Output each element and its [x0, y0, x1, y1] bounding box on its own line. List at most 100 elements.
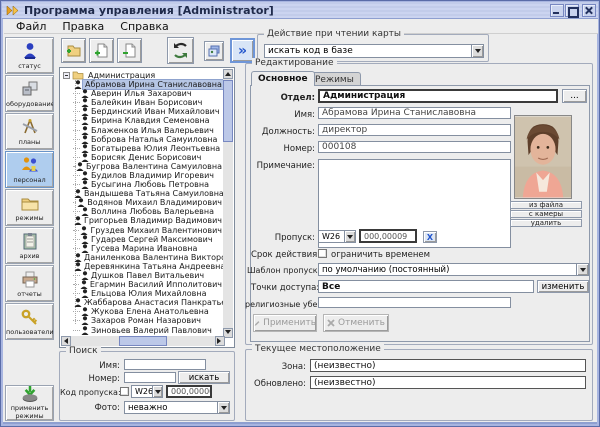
photos-button[interactable]: [204, 41, 224, 61]
sidebar-item-equipment[interactable]: оборудование: [5, 75, 54, 112]
scroll-up-icon[interactable]: [223, 69, 233, 79]
tree-guide: [73, 230, 79, 231]
tree-item[interactable]: Гусева Марина Ивановна: [61, 244, 224, 253]
scroll-right-icon[interactable]: [215, 336, 225, 346]
tree-item[interactable]: Водянов Михаил Владимирович: [61, 198, 224, 207]
minimize-icon[interactable]: [550, 4, 564, 17]
search-passcode-input[interactable]: 000,00000: [166, 385, 212, 398]
chevron-down-icon[interactable]: [344, 231, 355, 242]
tree-item[interactable]: Блаженков Илья Валерьевич: [61, 125, 224, 134]
sidebar-item-plans[interactable]: планы: [5, 113, 54, 150]
department-field[interactable]: Администрация: [318, 89, 558, 103]
photo-from-camera-button[interactable]: с камеры: [510, 210, 582, 218]
tree-item[interactable]: Богатырева Юлия Леонтьевна: [61, 144, 224, 153]
tree-item[interactable]: Вандышева Татьяна Самуиловна: [61, 189, 224, 198]
menu-help[interactable]: Справка: [113, 20, 175, 33]
refresh-button[interactable]: [167, 37, 194, 64]
search-photo-value: неважно: [125, 403, 217, 413]
validity-label: Срок действия:: [251, 250, 315, 260]
sidebar-item-archive[interactable]: архив: [5, 227, 54, 264]
department-browse-button[interactable]: ...: [562, 89, 587, 103]
apply-button[interactable]: Применить: [253, 314, 317, 332]
tree-item[interactable]: Боброва Наталья Самуиловна: [61, 135, 224, 144]
hscroll-thumb[interactable]: [119, 336, 167, 346]
sidebar-item-personnel[interactable]: персонал: [5, 151, 54, 188]
tree-hscrollbar[interactable]: [61, 336, 225, 346]
maximize-icon[interactable]: [565, 4, 579, 17]
menu-edit[interactable]: Правка: [55, 20, 111, 33]
chevron-down-icon[interactable]: [576, 264, 588, 275]
tree-item[interactable]: Даниленкова Валентина Викторовна: [61, 253, 224, 262]
tree-item[interactable]: Бирина Клавдия Семеновна: [61, 116, 224, 125]
title-bar[interactable]: Программа управления [Administrator]: [2, 2, 598, 19]
scroll-left-icon[interactable]: [61, 336, 71, 346]
cancel-button[interactable]: Отменить: [323, 314, 389, 332]
name-field[interactable]: Абрамова Ирина Станиславовна: [318, 107, 511, 119]
tree-item[interactable]: Бусыгина Любовь Петровна: [61, 180, 224, 189]
religion-field[interactable]: [318, 297, 511, 308]
close-icon[interactable]: [582, 4, 596, 17]
access-points-change-button[interactable]: изменить: [537, 280, 589, 293]
tree-item[interactable]: Груздев Михаил Валентинович: [61, 226, 224, 235]
tree-item[interactable]: Жукова Елена Анатольевна: [61, 307, 224, 316]
search-photo-select[interactable]: неважно: [124, 401, 230, 414]
add-group-button[interactable]: [61, 38, 86, 63]
tree-item-label: Бирина Клавдия Семеновна: [89, 116, 212, 125]
search-number-input[interactable]: [124, 372, 176, 383]
add-person-button[interactable]: [89, 38, 114, 63]
number-field[interactable]: 000108: [318, 141, 511, 153]
pass-clear-button[interactable]: X: [423, 231, 437, 243]
tree-item-label: Жаббарова Анастасия Панкратьевна: [82, 298, 224, 307]
menu-file[interactable]: Файл: [9, 20, 53, 33]
tree-item[interactable]: Григорьев Владимир Вадимович: [61, 216, 224, 225]
tree-item[interactable]: Воллина Любовь Валерьевна: [61, 207, 224, 216]
sidebar-item-modes[interactable]: режимы: [5, 189, 54, 226]
apply-modes-label-1: применить: [11, 404, 49, 412]
vscroll-thumb[interactable]: [223, 80, 233, 142]
plans-icon: [20, 117, 40, 137]
tree-guide: [73, 166, 75, 167]
sidebar-item-status[interactable]: статус: [5, 37, 54, 74]
tree-item[interactable]: Гударев Сергей Максимович: [61, 235, 224, 244]
search-passcode-format-select[interactable]: W26: [131, 385, 163, 398]
tree-item[interactable]: Бердинский Иван Михайлович: [61, 107, 224, 116]
chevron-down-icon[interactable]: [217, 402, 229, 413]
chevron-down-icon[interactable]: [471, 45, 483, 57]
validity-checkbox[interactable]: [318, 249, 327, 258]
pass-code-input[interactable]: 000,00009: [359, 229, 417, 243]
card-action-select[interactable]: искать код в базе: [264, 44, 484, 58]
tree-item[interactable]: Балейкин Иван Борисович: [61, 98, 224, 107]
photo-from-file-button[interactable]: из файла: [510, 201, 582, 209]
tree-item[interactable]: Захаров Роман Назарович: [61, 316, 224, 325]
tab-modes[interactable]: Режимы: [308, 72, 361, 86]
access-points-field[interactable]: Все: [318, 280, 534, 293]
tree-item[interactable]: Егармин Василий Ипполитович: [61, 280, 224, 289]
tree-item[interactable]: Борисяк Денис Борисович: [61, 153, 224, 162]
tree-item[interactable]: Ельцова Юлия Михайловна: [61, 289, 224, 298]
search-passcode-checkbox[interactable]: [120, 387, 129, 396]
tab-main[interactable]: Основное: [251, 71, 315, 86]
photo-delete-button[interactable]: удалить: [510, 219, 582, 227]
tree-item[interactable]: Зиновьев Валерий Павлович: [61, 326, 224, 335]
pass-template-select[interactable]: по умолчанию (постоянный): [318, 263, 589, 276]
tree-item[interactable]: Абрамова Ирина Станиславовна: [61, 80, 224, 89]
tree-item-label: Гусева Марина Ивановна: [89, 244, 199, 253]
apply-modes-button[interactable]: применить режимы: [5, 385, 54, 421]
remove-person-button[interactable]: [117, 38, 142, 63]
chevron-down-icon[interactable]: [152, 386, 162, 397]
tree-item[interactable]: Бугрова Валентина Самуиловна: [61, 162, 224, 171]
search-name-input[interactable]: [124, 359, 206, 370]
search-button[interactable]: искать: [178, 371, 230, 384]
tree-item[interactable]: Деревянкина Татьяна Андреевна: [61, 262, 224, 271]
tree-item[interactable]: Душков Павел Витальевич: [61, 271, 224, 280]
pass-format-select[interactable]: W26: [318, 230, 356, 243]
tree-item[interactable]: Жаббарова Анастасия Панкратьевна: [61, 298, 224, 307]
sidebar-item-users[interactable]: пользователи: [5, 303, 54, 340]
person-icon: [74, 80, 82, 89]
position-field[interactable]: директор: [318, 124, 511, 136]
tree-item[interactable]: Аверин Илья Захарович: [61, 89, 224, 98]
tree-item[interactable]: Будилов Владимир Игоревич: [61, 171, 224, 180]
tree-expand-icon[interactable]: [63, 72, 70, 79]
tree-vscrollbar[interactable]: [223, 69, 233, 338]
sidebar-item-reports[interactable]: отчеты: [5, 265, 54, 302]
